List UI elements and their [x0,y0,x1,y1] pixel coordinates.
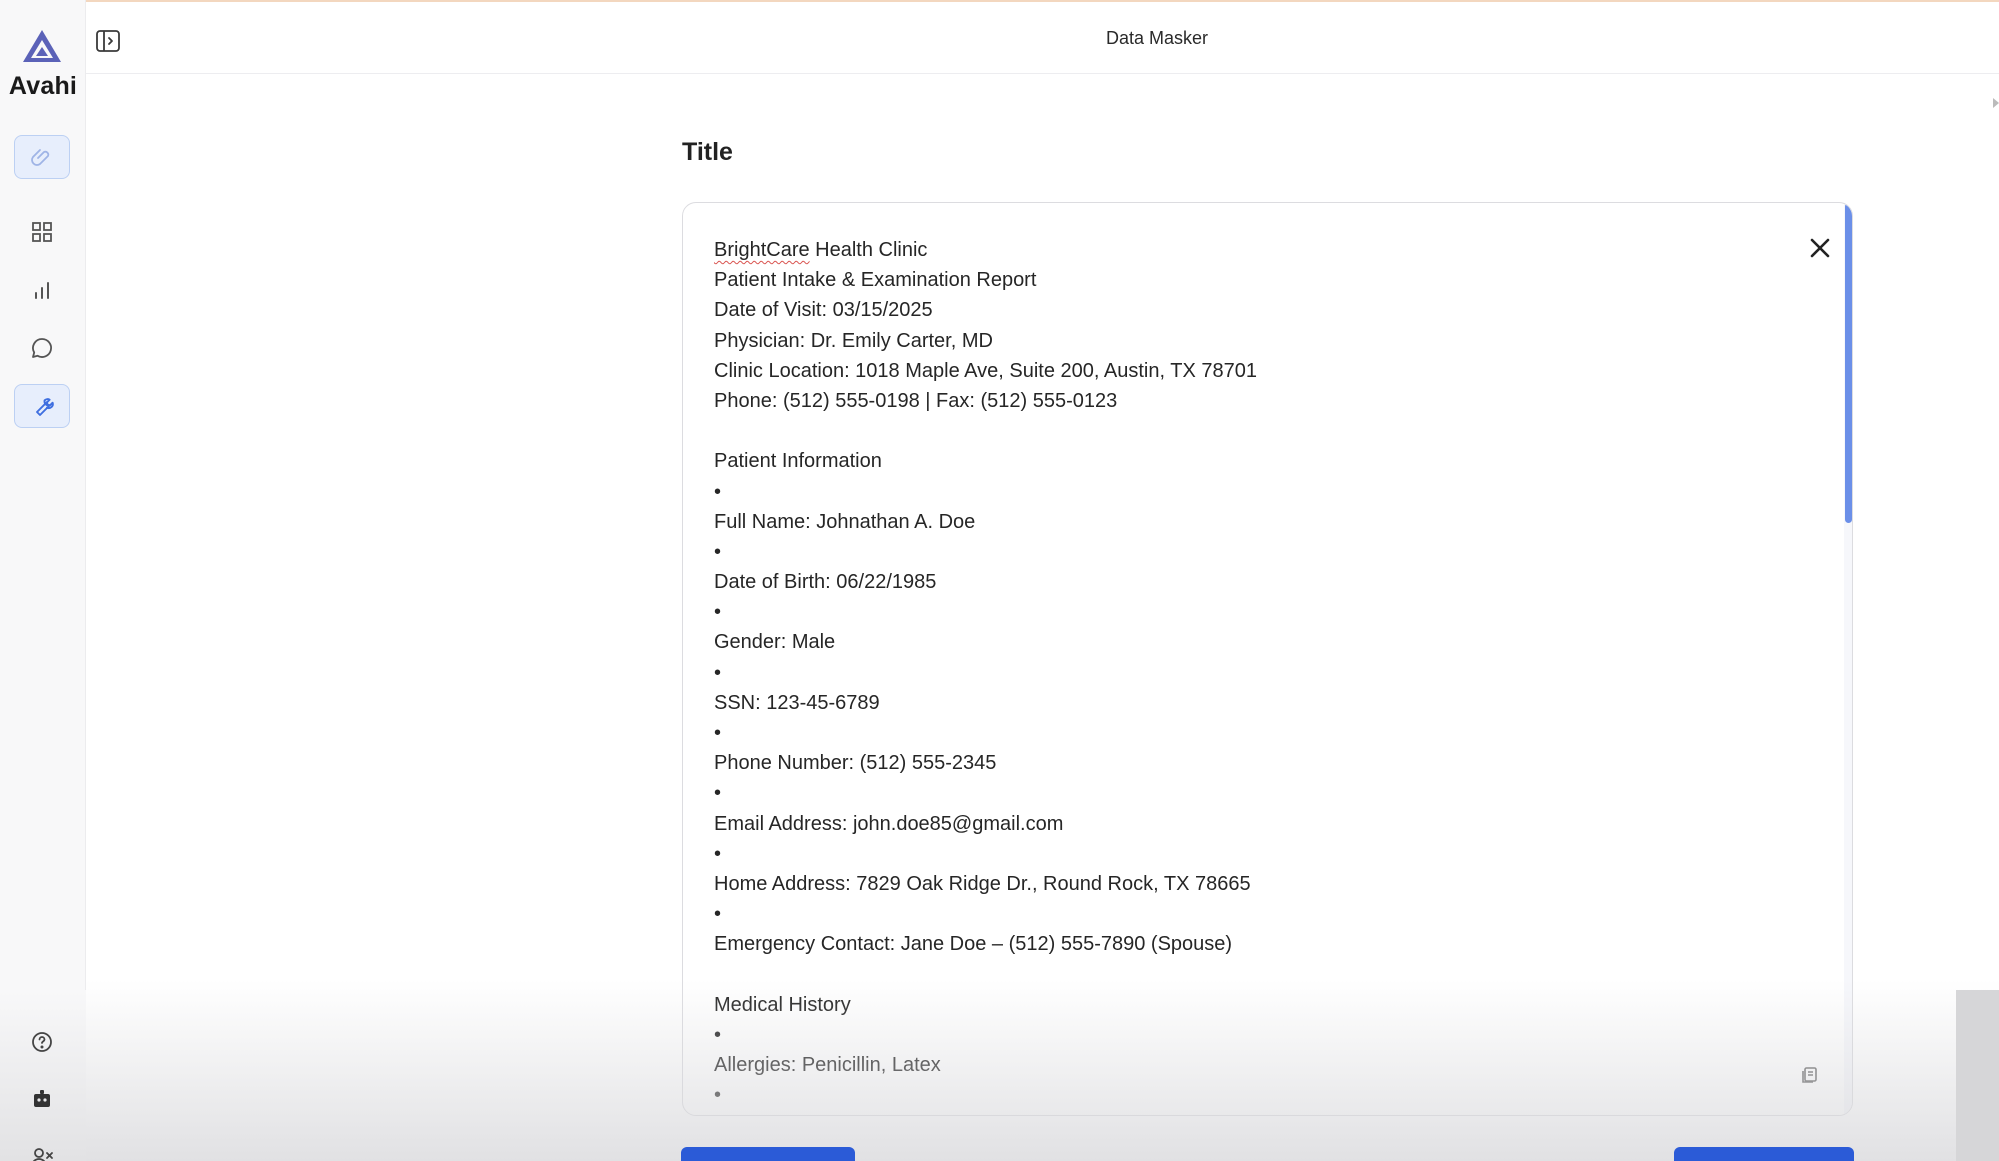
wrench-icon [36,398,54,416]
chat-icon [32,338,52,358]
sidebar-item-dashboard[interactable] [14,210,70,254]
document-line: Patient Intake & Examination Report [714,269,1037,292]
bullet-marker: • [714,661,722,684]
sidebar-item-user-remove[interactable] [14,1135,70,1161]
document-line: Clinic Location: 1018 Maple Ave, Suite 2… [714,359,1257,382]
section-title: Title [682,138,733,166]
document-line: Patient Information [714,450,882,473]
sidebar-item-bot[interactable] [14,1077,70,1121]
bullet-marker: • [714,903,722,926]
header: Data Masker [86,2,1999,74]
panel-toggle-icon[interactable] [94,27,122,55]
document-line: Home Address: 7829 Oak Ridge Dr., Round … [714,872,1251,895]
sidebar-item-chat[interactable] [14,326,70,370]
copy-icon [1802,1067,1817,1083]
document-line: Full Name: Johnathan A. Doe [714,510,976,533]
bullet-marker: • [714,1084,722,1107]
grid-icon [32,222,52,242]
avahi-logo-icon [23,30,61,62]
bullet-marker: • [714,1023,722,1046]
document-line: Phone Number: (512) 555-2345 [714,752,997,775]
bullet-marker: • [714,782,722,805]
document-line: Allergies: Penicillin, Latex [714,1054,941,1077]
spellcheck-word: BrightCare [714,239,810,261]
bullet-marker: • [714,722,722,744]
masked-document-panel[interactable]: BrightCare Health Clinic Patient Intake &… [682,202,1853,1116]
document-line: Date of Birth: 06/22/1985 [714,571,937,594]
document-line: Physician: Dr. Emily Carter, MD [714,329,993,352]
right-edge-strip [1956,990,1999,1161]
primary-action-button-right[interactable] [1674,1147,1854,1161]
close-icon [1810,238,1830,258]
user-x-icon [32,1148,53,1161]
bullet-marker: • [714,842,722,865]
bullet-marker: • [714,540,722,563]
robot-icon [34,1090,50,1107]
app-logo-text: Avahi [8,72,78,100]
document-line: Email Address: john.doe85@gmail.com [714,812,1064,835]
app-window: Avahi Data Masker Title BrightCare Healt… [0,0,1999,1161]
help-icon [32,1032,52,1052]
scroll-indicator-icon [1993,98,1999,108]
document-line: Phone: (512) 555-0198 | Fax: (512) 555-0… [714,389,1118,412]
document-text[interactable]: BrightCare Health Clinic Patient Intake &… [714,235,1774,1110]
bullet-marker: • [714,601,722,624]
document-line: Emergency Contact: Jane Doe – (512) 555-… [714,933,1233,956]
sidebar-item-tools[interactable] [14,384,70,428]
sidebar-item-attachments[interactable] [14,135,70,179]
page-title: Data Masker [1106,28,1209,48]
attachment-icon [31,149,50,166]
sidebar-item-analytics[interactable] [14,268,70,312]
close-button[interactable] [1803,231,1837,265]
document-line: BrightCare Health Clinic [714,239,928,261]
document-scrollbar-thumb[interactable] [1845,203,1852,523]
document-line: Gender: Male [714,631,836,654]
document-line: Medical History [714,993,851,1016]
bar-chart-icon [35,282,49,299]
document-line: Date of Visit: 03/15/2025 [714,299,933,322]
sidebar-item-help[interactable] [14,1020,70,1064]
primary-action-button-left[interactable] [681,1147,855,1161]
sidebar: Avahi [0,0,86,1161]
copy-button[interactable] [1795,1061,1823,1089]
bullet-marker: • [714,480,722,503]
document-line: SSN: 123-45-6789 [714,691,880,714]
